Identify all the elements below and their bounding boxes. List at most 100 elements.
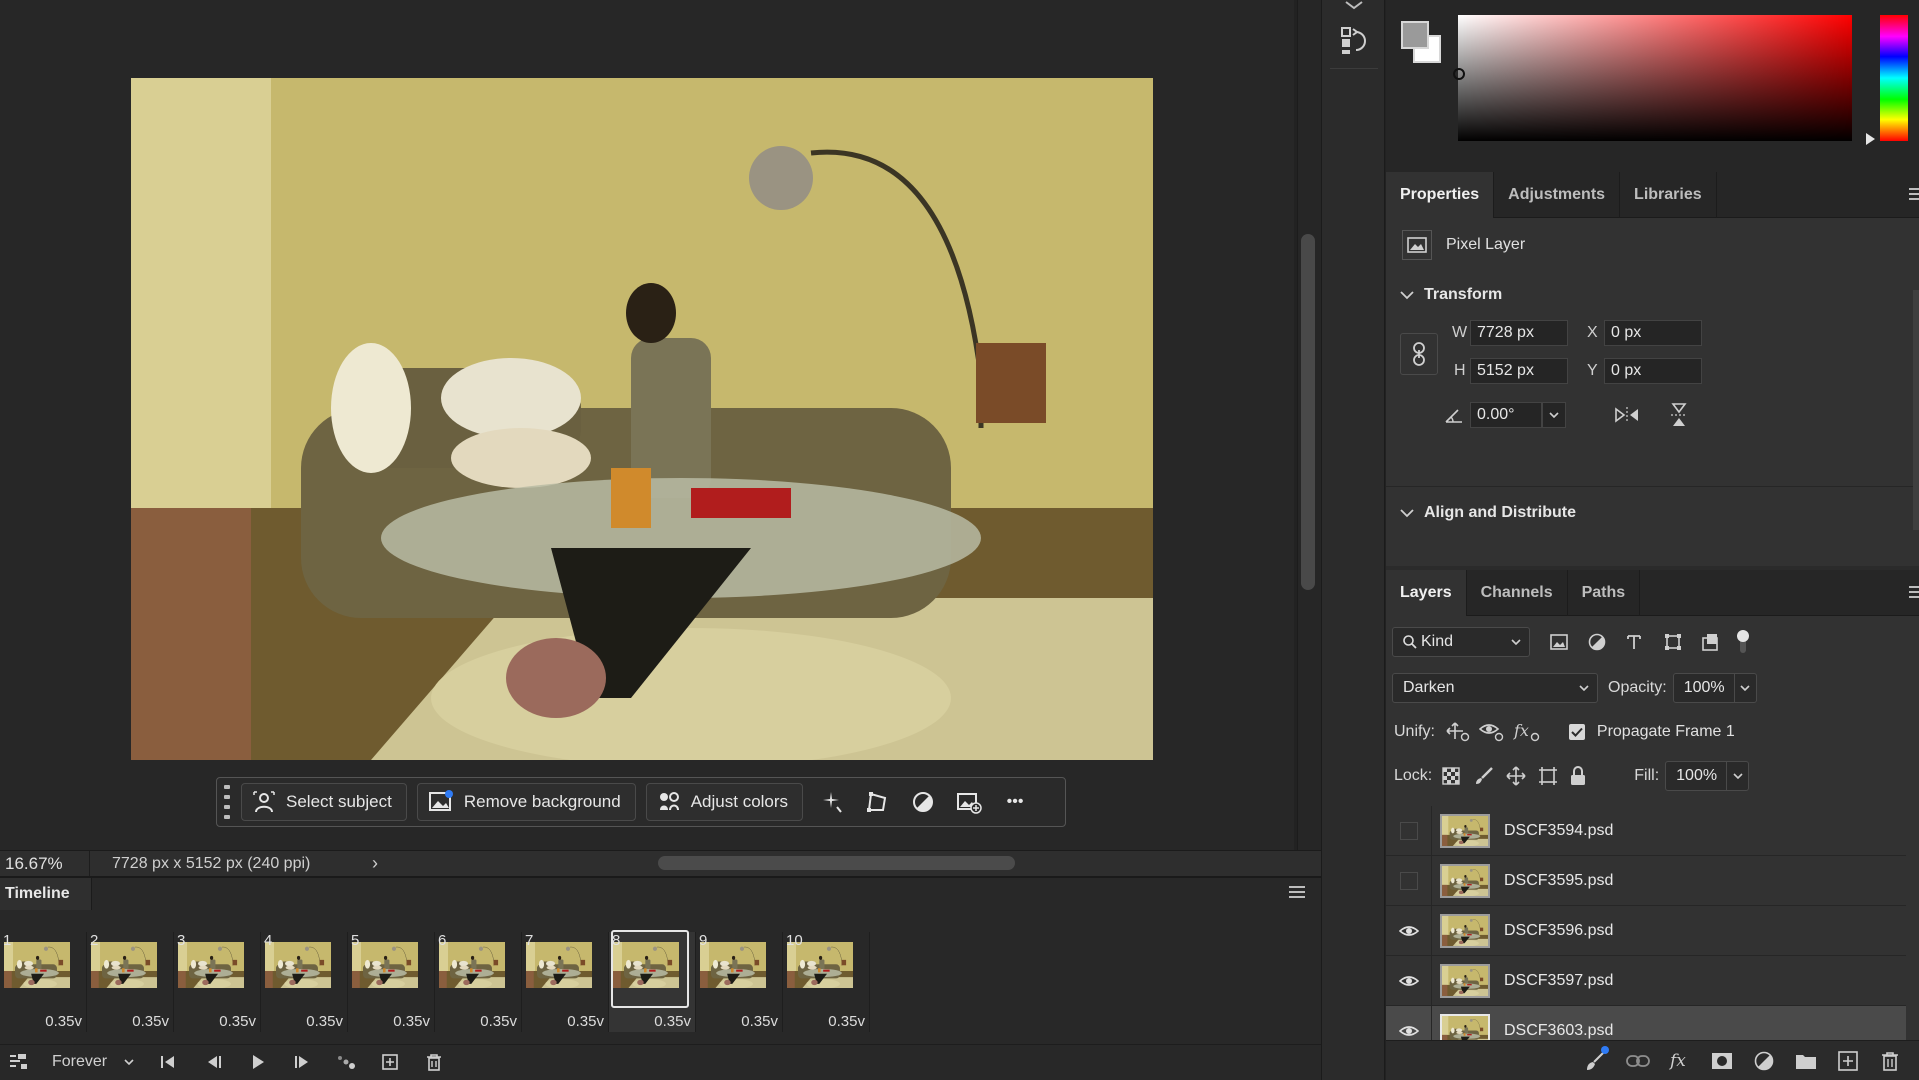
delete-frame-icon[interactable] — [412, 1045, 456, 1079]
frame-delay-dropdown[interactable]: 0.35v — [132, 1013, 169, 1030]
photo-image[interactable] — [131, 78, 1153, 760]
filter-toggle-icon[interactable] — [1736, 629, 1750, 655]
canvas-vertical-scroll-thumb[interactable] — [1301, 234, 1315, 590]
layer-name[interactable]: DSCF3603.psd — [1504, 1022, 1613, 1040]
layer-style-fx-icon[interactable]: fx — [1665, 1046, 1695, 1076]
unify-visibility-icon[interactable] — [1478, 721, 1505, 743]
tween-icon[interactable] — [324, 1045, 368, 1079]
lock-image-pixels-icon[interactable] — [1474, 766, 1494, 786]
timeline-frame[interactable]: 10 0.35v — [783, 932, 870, 1032]
zoom-level-field[interactable]: 16.67% — [0, 851, 90, 876]
timeline-frame[interactable]: 6 0.35v — [435, 932, 522, 1032]
more-options-icon[interactable]: ••• — [997, 783, 1033, 821]
layers-menu-icon[interactable] — [1909, 586, 1919, 598]
height-field[interactable]: 5152 px — [1470, 358, 1568, 384]
tab-properties[interactable]: Properties — [1386, 171, 1495, 218]
link-dimensions-icon[interactable] — [1400, 333, 1438, 375]
previous-frame-icon[interactable] — [192, 1045, 236, 1079]
layer-row[interactable]: DSCF3594.psd — [1386, 805, 1906, 856]
timeline-frame[interactable]: 8 0.35v — [609, 930, 696, 1032]
transform-icon[interactable] — [859, 783, 895, 821]
unify-style-icon[interactable]: fx — [1513, 721, 1541, 743]
timeline-frame[interactable]: 7 0.35v — [522, 932, 609, 1032]
layer-name[interactable]: DSCF3596.psd — [1504, 922, 1613, 940]
timeline-frame[interactable]: 4 0.35v — [261, 932, 348, 1032]
collapse-icon[interactable] — [1344, 0, 1364, 10]
next-frame-icon[interactable] — [280, 1045, 324, 1079]
x-field[interactable]: 0 px — [1604, 320, 1702, 346]
frame-delay-dropdown[interactable]: 0.35v — [828, 1013, 865, 1030]
right-panel-scrollbar[interactable] — [1913, 290, 1919, 530]
fill-field[interactable]: 100% — [1665, 761, 1750, 791]
layer-row[interactable]: DSCF3596.psd — [1386, 905, 1906, 956]
taskbar-drag-handle[interactable] — [223, 785, 231, 819]
frame-delay-dropdown[interactable]: 0.35v — [219, 1013, 256, 1030]
layer-name[interactable]: DSCF3594.psd — [1504, 822, 1613, 840]
frame-delay-dropdown[interactable]: 0.35v — [741, 1013, 778, 1030]
select-subject-button[interactable]: Select subject — [241, 783, 407, 821]
tab-libraries[interactable]: Libraries — [1620, 171, 1717, 218]
blend-mode-dropdown[interactable]: Darken — [1392, 673, 1598, 703]
width-field[interactable]: 7728 px — [1470, 320, 1568, 346]
y-field[interactable]: 0 px — [1604, 358, 1702, 384]
align-distribute-section-header[interactable]: Align and Distribute — [1400, 504, 1576, 522]
visibility-toggle[interactable] — [1386, 855, 1432, 906]
frame-delay-dropdown[interactable]: 0.35v — [45, 1013, 82, 1030]
adjust-colors-button[interactable]: Adjust colors — [645, 783, 804, 821]
lock-artboard-icon[interactable] — [1538, 766, 1558, 786]
play-icon[interactable] — [236, 1045, 280, 1079]
delete-layer-icon[interactable] — [1875, 1046, 1905, 1076]
duplicate-frame-icon[interactable] — [368, 1045, 412, 1079]
layer-row[interactable]: DSCF3597.psd — [1386, 955, 1906, 1006]
hue-slider[interactable] — [1880, 15, 1908, 141]
remove-background-button[interactable]: Remove background — [416, 783, 636, 821]
timeline-frame[interactable]: 1 0.35v — [0, 932, 87, 1032]
timeline-frame[interactable]: 2 0.35v — [87, 932, 174, 1032]
timeline-frame[interactable]: 5 0.35v — [348, 932, 435, 1032]
filter-shape-layers-icon[interactable] — [1664, 633, 1686, 651]
frame-delay-dropdown[interactable]: 0.35v — [393, 1013, 430, 1030]
filter-type-layers-icon[interactable] — [1626, 634, 1648, 650]
frame-delay-dropdown[interactable]: 0.35v — [480, 1013, 517, 1030]
hue-slider-handle[interactable] — [1866, 133, 1875, 145]
visibility-toggle[interactable] — [1386, 905, 1432, 956]
unify-position-icon[interactable] — [1445, 721, 1471, 743]
chain-link-icon[interactable] — [1623, 1046, 1653, 1076]
transform-section-header[interactable]: Transform — [1400, 286, 1502, 304]
visibility-toggle[interactable] — [1386, 805, 1432, 856]
visibility-toggle[interactable] — [1386, 955, 1432, 1006]
color-picker-cursor[interactable] — [1453, 68, 1465, 80]
convert-to-video-timeline-icon[interactable] — [0, 1045, 36, 1079]
frame-delay-dropdown[interactable]: 0.35v — [567, 1013, 604, 1030]
layer-name[interactable]: DSCF3597.psd — [1504, 972, 1613, 990]
filter-smart-objects-icon[interactable] — [1702, 633, 1724, 651]
layer-row[interactable]: DSCF3595.psd — [1386, 855, 1906, 906]
layer-filter-dropdown[interactable]: Kind — [1392, 627, 1530, 657]
new-adjustment-layer-icon[interactable] — [1749, 1046, 1779, 1076]
tab-layers[interactable]: Layers — [1386, 569, 1467, 616]
tab-adjustments[interactable]: Adjustments — [1494, 171, 1621, 218]
color-field[interactable] — [1458, 15, 1852, 141]
properties-menu-icon[interactable] — [1909, 188, 1919, 200]
lock-position-icon[interactable] — [1506, 766, 1526, 786]
frame-delay-dropdown[interactable]: 0.35v — [306, 1013, 343, 1030]
canvas-horizontal-scroll-thumb[interactable] — [658, 856, 1015, 870]
add-mask-icon[interactable] — [1707, 1046, 1737, 1076]
filter-pixel-layers-icon[interactable] — [1550, 634, 1572, 650]
angle-dropdown[interactable] — [1542, 402, 1566, 428]
tab-timeline[interactable]: Timeline — [0, 878, 92, 910]
adjustment-layer-icon[interactable] — [905, 783, 941, 821]
add-image-icon[interactable] — [951, 783, 987, 821]
loop-options-dropdown[interactable]: Forever — [36, 1045, 144, 1079]
flip-horizontal-icon[interactable] — [1614, 406, 1640, 424]
link-layers-icon[interactable] — [1581, 1045, 1611, 1076]
first-frame-icon[interactable] — [144, 1045, 192, 1079]
generative-fill-icon[interactable] — [813, 783, 849, 821]
tab-channels[interactable]: Channels — [1467, 569, 1568, 616]
timeline-frame[interactable]: 9 0.35v — [696, 932, 783, 1032]
document-canvas[interactable]: Select subject Remove background Adjust … — [0, 0, 1294, 850]
lock-transparent-pixels-icon[interactable] — [1442, 767, 1460, 785]
layer-name[interactable]: DSCF3595.psd — [1504, 872, 1613, 890]
propagate-frame-checkbox[interactable] — [1568, 724, 1585, 740]
foreground-color-swatch[interactable] — [1401, 21, 1429, 49]
